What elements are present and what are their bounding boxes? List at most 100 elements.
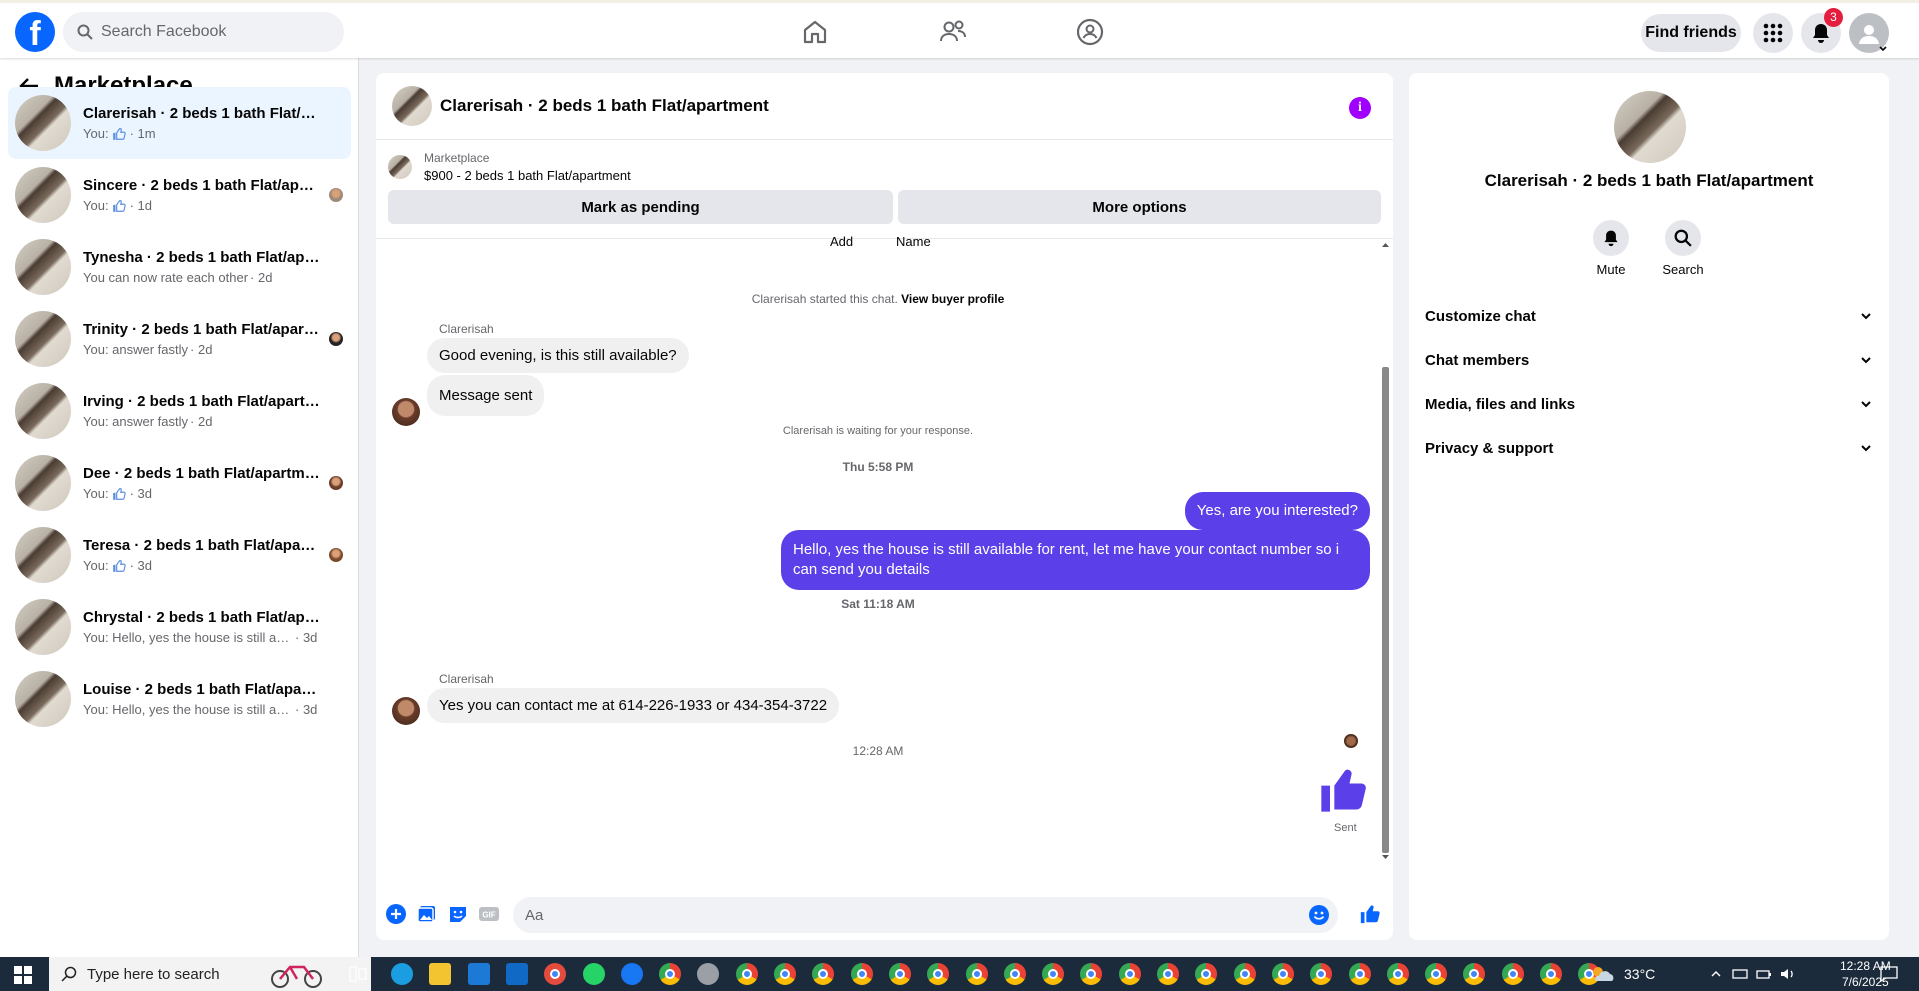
like-send-icon[interactable] xyxy=(1359,903,1381,925)
conversation-item[interactable]: Tynesha · 2 beds 1 bath Flat/apartment Yo… xyxy=(8,231,351,303)
mute-button[interactable]: Mute xyxy=(1581,220,1641,277)
chrome-icon[interactable] xyxy=(659,963,682,985)
facebook-search-input[interactable] xyxy=(101,23,321,41)
sticker-icon[interactable] xyxy=(447,903,469,925)
chrome-icon[interactable] xyxy=(1157,963,1179,985)
info-icon[interactable]: i xyxy=(1349,97,1371,119)
notification-center-icon[interactable] xyxy=(1880,966,1898,987)
chrome-icon[interactable] xyxy=(1310,963,1333,985)
message-input[interactable] xyxy=(513,897,1338,933)
windows-start-icon[interactable] xyxy=(14,966,32,989)
facebook-search-box[interactable] xyxy=(63,12,344,52)
facebook-app-icon[interactable] xyxy=(620,963,643,985)
listing-thumbnail xyxy=(15,599,71,655)
chrome-icon[interactable] xyxy=(1233,963,1256,985)
listing-large-avatar[interactable] xyxy=(1614,91,1686,163)
groups-icon[interactable] xyxy=(1070,14,1110,50)
incoming-message[interactable]: Message sent xyxy=(427,375,545,416)
conversation-preview: You: Hello, yes the house is still avail… xyxy=(83,630,321,645)
outgoing-message[interactable]: Yes, are you interested? xyxy=(1184,492,1370,530)
chrome-icon[interactable] xyxy=(1042,963,1065,985)
file-explorer-icon[interactable] xyxy=(429,963,452,985)
customize-chat-section[interactable]: Customize chat xyxy=(1425,298,1873,334)
photo-icon[interactable] xyxy=(416,903,438,925)
listing-avatar[interactable] xyxy=(392,86,432,126)
media-files-links-section[interactable]: Media, files and links xyxy=(1425,386,1873,422)
sent-like-icon[interactable] xyxy=(1317,764,1369,821)
conversation-preview: You: · 1d xyxy=(83,198,321,213)
conversation-name: Clarerisah · 2 beds 1 bath Flat/apartmen… xyxy=(83,105,321,122)
preview-time: · 3d xyxy=(295,630,318,645)
chrome-icon[interactable] xyxy=(888,963,911,985)
search-in-chat-button[interactable]: Search xyxy=(1653,220,1713,277)
home-icon[interactable] xyxy=(795,14,835,50)
account-chevron-icon[interactable] xyxy=(1878,41,1888,52)
conversation-item[interactable]: Trinity · 2 beds 1 bath Flat/apartment Yo… xyxy=(8,303,351,375)
mail-icon[interactable] xyxy=(505,963,528,985)
chrome-icon[interactable] xyxy=(850,963,873,985)
chat-members-section[interactable]: Chat members xyxy=(1425,342,1873,378)
network-icon xyxy=(1732,969,1748,979)
scrollbar-thumb[interactable] xyxy=(1382,367,1389,853)
conversation-preview: You: Hello, yes the house is still avail… xyxy=(83,702,321,717)
plus-icon[interactable] xyxy=(385,903,407,925)
chrome-icon[interactable] xyxy=(812,963,835,985)
menu-grid-icon[interactable] xyxy=(1753,13,1793,53)
emoji-icon[interactable] xyxy=(1308,904,1330,926)
incoming-message[interactable]: Good evening, is this still available? xyxy=(427,338,689,373)
privacy-support-section[interactable]: Privacy & support xyxy=(1425,430,1873,466)
facebook-logo[interactable]: f xyxy=(15,12,55,52)
listing-thumbnail xyxy=(15,527,71,583)
incoming-message[interactable]: Yes you can contact me at 614-226-1933 o… xyxy=(427,688,840,723)
chrome-icon[interactable] xyxy=(1386,963,1409,985)
whatsapp-icon[interactable] xyxy=(582,963,605,985)
view-buyer-profile-link[interactable]: View buyer profile xyxy=(901,292,1004,306)
outgoing-message[interactable]: Hello, yes the house is still available … xyxy=(781,530,1370,590)
chrome-icon[interactable] xyxy=(1080,963,1103,985)
chrome-icon[interactable] xyxy=(774,963,796,985)
chrome-icon[interactable] xyxy=(1348,963,1371,985)
chrome-icon[interactable] xyxy=(1003,963,1026,985)
task-view-icon[interactable] xyxy=(349,966,367,987)
windows-taskbar: 33°C 12:28 AM 7/6/2025 xyxy=(0,957,1919,991)
conversation-item[interactable]: Chrystal · 2 beds 1 bath Flat/apartment Y… xyxy=(8,591,351,663)
message-scrollbar[interactable] xyxy=(1380,241,1390,861)
find-friends-button[interactable]: Find friends xyxy=(1641,14,1741,52)
more-options-button[interactable]: More options xyxy=(898,190,1381,224)
conversation-item[interactable]: Teresa · 2 beds 1 bath Flat/apartment You… xyxy=(8,519,351,591)
chrome-icon[interactable] xyxy=(927,963,950,985)
conversation-item[interactable]: Sincere · 2 beds 1 bath Flat/apartment Yo… xyxy=(8,159,351,231)
system-tray[interactable] xyxy=(1710,957,1796,991)
gif-icon[interactable]: GIF xyxy=(478,903,500,925)
sender-avatar[interactable] xyxy=(392,398,420,426)
teams-icon[interactable] xyxy=(697,963,720,985)
store-icon[interactable] xyxy=(467,963,490,985)
conversation-item[interactable]: Irving · 2 beds 1 bath Flat/apartment You… xyxy=(8,375,351,447)
chrome-icon[interactable] xyxy=(544,963,567,985)
chat-title[interactable]: Clarerisah · 2 beds 1 bath Flat/apartmen… xyxy=(440,96,769,116)
chrome-icon[interactable] xyxy=(1118,963,1141,985)
listing-thumbnail xyxy=(15,167,71,223)
chrome-icon[interactable] xyxy=(1540,963,1562,985)
chrome-icon[interactable] xyxy=(1501,963,1524,985)
conversation-item[interactable]: Clarerisah · 2 beds 1 bath Flat/apartmen… xyxy=(8,87,351,159)
weather-widget[interactable]: 33°C xyxy=(1590,957,1655,991)
search-icon xyxy=(61,966,77,982)
edge-icon[interactable] xyxy=(391,963,413,985)
section-label: Media, files and links xyxy=(1425,395,1576,413)
chrome-icon[interactable] xyxy=(735,963,758,985)
listing-thumbnail xyxy=(15,239,71,295)
mark-as-pending-button[interactable]: Mark as pending xyxy=(388,190,893,224)
chrome-icon[interactable] xyxy=(1271,963,1294,985)
chrome-icon[interactable] xyxy=(965,963,988,985)
friends-icon[interactable] xyxy=(933,14,973,50)
conversation-item[interactable]: Louise · 2 beds 1 bath Flat/apartment You… xyxy=(8,663,351,735)
sender-avatar[interactable] xyxy=(392,697,420,725)
listing-summary[interactable]: Marketplace $900 - 2 beds 1 bath Flat/ap… xyxy=(388,151,631,183)
taskbar-search-input[interactable] xyxy=(87,965,247,983)
chrome-icon[interactable] xyxy=(1195,963,1218,985)
taskbar-search[interactable] xyxy=(49,957,371,991)
conversation-item[interactable]: Dee · 2 beds 1 bath Flat/apartment You: · … xyxy=(8,447,351,519)
chrome-icon[interactable] xyxy=(1425,963,1448,985)
chrome-icon[interactable] xyxy=(1463,963,1486,985)
